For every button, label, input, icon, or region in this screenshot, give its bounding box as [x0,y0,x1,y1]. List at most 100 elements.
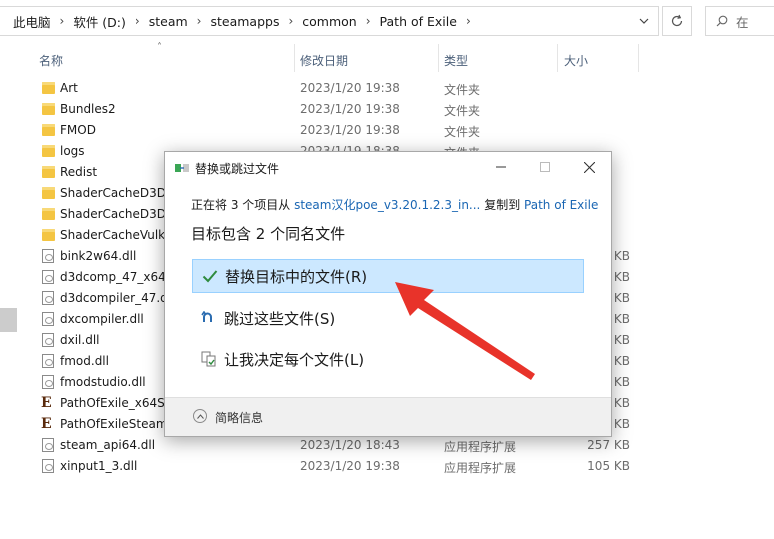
breadcrumb-steamapps[interactable]: steamapps [204,14,285,29]
column-header: ˄ 名称 修改日期 类型 大小 [0,42,774,72]
chevron-right-icon[interactable]: › [194,14,205,28]
dll-file-icon [42,459,54,473]
file-row[interactable]: FMOD 2023/1/20 19:38 文件夹 [0,120,774,141]
file-size: KB [613,396,630,410]
maximize-icon [540,162,550,172]
column-divider[interactable] [438,44,439,72]
chevron-right-icon[interactable]: › [363,14,374,28]
chevron-right-icon[interactable]: › [285,14,296,28]
file-name: Art [60,81,78,95]
file-row[interactable]: xinput1_3.dll 2023/1/20 19:38 应用程序扩展 105 KB [0,456,774,477]
address-bar-area: 此电脑 › 软件 (D:) › steam › steamapps › comm… [0,0,774,44]
file-size: KB [613,249,630,263]
destination-link[interactable]: Path of Exile [524,198,598,212]
dialog-footer: 简略信息 [165,397,611,436]
column-divider[interactable] [557,44,558,72]
breadcrumb-steam[interactable]: steam [143,14,194,29]
column-modified[interactable]: 修改日期 [300,52,348,69]
breadcrumb-this-pc[interactable]: 此电脑 [7,12,57,31]
file-size: KB [613,312,630,326]
fewer-details-link[interactable]: 简略信息 [215,409,263,426]
dll-file-icon [42,333,54,347]
file-name: d3dcomp_47_x64. [60,270,170,284]
column-name[interactable]: 名称 [39,52,63,69]
file-name: ShaderCacheVulka [60,228,173,242]
column-type[interactable]: 类型 [444,52,468,69]
file-name: bink2w64.dll [60,249,137,263]
folder-icon [42,166,55,178]
decide-each-option[interactable]: 让我决定每个文件(L) [192,342,584,376]
search-placeholder: 在 [736,14,749,30]
breadcrumb-path-of-exile[interactable]: Path of Exile [374,14,463,29]
file-size: KB [613,270,630,284]
file-name: logs [60,144,85,158]
breadcrumb: 此电脑 › 软件 (D:) › steam › steamapps › comm… [0,12,474,31]
file-name: FMOD [60,123,96,137]
dll-file-icon [42,291,54,305]
file-type: 应用程序扩展 [444,440,517,454]
file-type: 文件夹 [444,125,481,139]
file-row[interactable]: Art 2023/1/20 19:38 文件夹 [0,78,774,99]
folder-icon [42,229,55,241]
search-box[interactable]: 在 [705,6,774,36]
file-name: dxcompiler.dll [60,312,144,326]
source-link[interactable]: steam汉化poe_v3.20.1.2.3_in... [294,198,480,212]
decide-each-label: 让我决定每个文件(L) [224,350,365,369]
folder-icon [42,187,55,199]
sort-ascending-icon: ˄ [157,42,162,53]
address-bar[interactable]: 此电脑 › 软件 (D:) › steam › steamapps › comm… [0,6,659,36]
breadcrumb-drive[interactable]: 软件 (D:) [67,12,132,31]
file-type: 文件夹 [444,104,481,118]
close-button[interactable] [567,152,611,182]
file-name: fmodstudio.dll [60,375,146,389]
dll-file-icon [42,375,54,389]
file-type: 应用程序扩展 [444,461,517,475]
chevron-up-icon [196,413,204,419]
file-name: fmod.dll [60,354,109,368]
replace-files-option[interactable]: 替换目标中的文件(R) [192,259,584,293]
file-size: KB [613,354,630,368]
dialog-title: 替换或跳过文件 [195,162,280,176]
maximize-button[interactable] [523,152,567,182]
skip-icon [198,311,220,325]
file-name: xinput1_3.dll [60,459,138,473]
breadcrumb-common[interactable]: common [296,14,362,29]
refresh-button[interactable] [662,6,692,36]
chevron-down-icon [639,18,649,24]
file-date: 2023/1/20 19:38 [300,81,400,95]
dll-file-icon [42,354,54,368]
file-size: KB [613,291,630,305]
compare-icon [198,351,220,367]
file-size: 105 KB [587,459,630,473]
file-date: 2023/1/20 19:38 [300,459,400,473]
folder-icon [42,124,55,136]
dialog-titlebar[interactable]: 替换或跳过文件 [165,152,611,184]
minimize-button[interactable] [479,152,523,182]
column-size[interactable]: 大小 [564,52,588,69]
minimize-icon [496,166,506,168]
copy-info-mid: 复制到 [484,198,521,212]
file-row[interactable]: steam_api64.dll 2023/1/20 18:43 应用程序扩展 257 … [0,435,774,456]
skip-files-option[interactable]: 跳过这些文件(S) [192,301,584,335]
history-dropdown-button[interactable] [629,7,658,35]
collapse-details-button[interactable] [193,409,207,423]
dll-file-icon [42,438,54,452]
refresh-icon [671,14,683,27]
replace-files-label: 替换目标中的文件(R) [225,267,368,286]
file-size: KB [613,333,630,347]
dll-file-icon [42,249,54,263]
file-date: 2023/1/20 19:38 [300,102,400,116]
column-divider[interactable] [294,44,295,72]
copy-info-prefix: 正在将 3 个项目从 [191,198,291,212]
file-row[interactable]: Bundles2 2023/1/20 19:38 文件夹 [0,99,774,120]
file-date: 2023/1/20 19:38 [300,123,400,137]
chevron-right-icon[interactable]: › [132,14,143,28]
file-type: 文件夹 [444,83,481,97]
replace-or-skip-dialog: 替换或跳过文件 正在将 3 个项目从 steam汉化poe_v3.20.1.2.… [164,151,612,437]
column-divider[interactable] [638,44,639,72]
skip-files-label: 跳过这些文件(S) [224,309,336,328]
chevron-right-icon[interactable]: › [57,14,68,28]
checkmark-icon [199,269,221,283]
chevron-right-icon[interactable]: › [463,14,474,28]
file-copy-icon [175,164,189,172]
